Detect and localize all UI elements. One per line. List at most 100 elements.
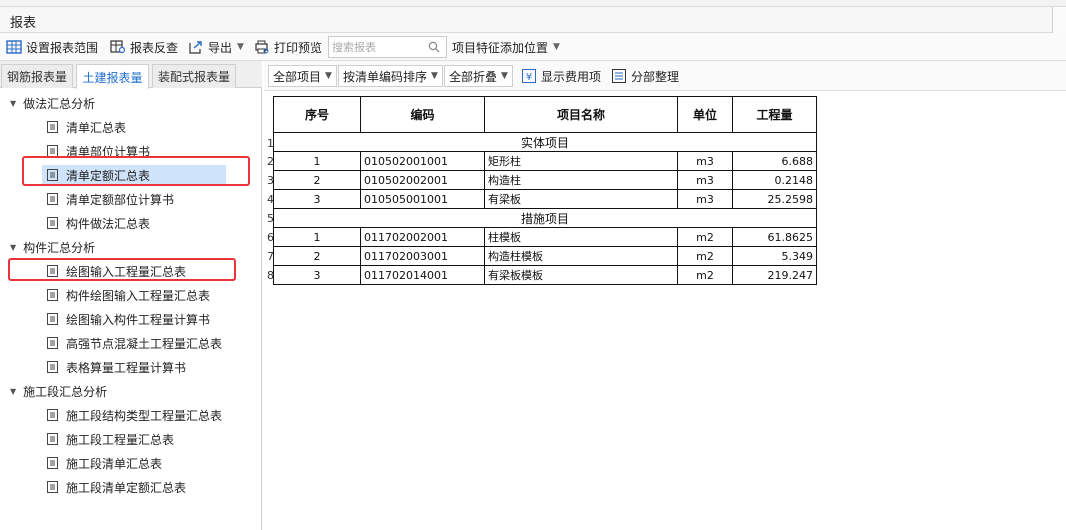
cell-quantity: 5.349	[732, 246, 817, 266]
arrange-parts-button[interactable]: 分部整理	[612, 65, 679, 87]
tree-item-drawing-component-calc[interactable]: 绘图输入构件工程量计算书	[47, 309, 210, 329]
tree-item-label: 绘图输入构件工程量计算书	[66, 312, 211, 327]
cell-quantity: 219.247	[732, 265, 817, 285]
collapse-triangle-icon[interactable]: ▼	[10, 99, 16, 108]
chevron-down-icon: ▼	[501, 71, 508, 81]
tree-item-component-method-summary[interactable]: 构件做法汇总表	[47, 213, 150, 233]
cell-item-name: 有梁板模板	[484, 265, 678, 285]
cell-seq: 1	[273, 227, 361, 247]
fold-label: 全部折叠	[449, 69, 498, 84]
search-icon[interactable]	[428, 41, 440, 53]
tree-group-label: 做法汇总分析	[23, 96, 96, 111]
tree-item-section-quantity-summary[interactable]: 施工段工程量汇总表	[47, 429, 174, 449]
cell-code: 010502002001	[360, 170, 485, 190]
document-icon	[47, 337, 58, 349]
export-dropdown-icon[interactable]: ▼	[237, 42, 244, 52]
set-range-button[interactable]: 设置报表范围	[6, 36, 98, 58]
tree-item-label: 施工段工程量汇总表	[66, 432, 175, 447]
tree-item-label: 施工段清单定额汇总表	[66, 480, 187, 495]
cell-item-name: 构造柱	[484, 170, 678, 190]
tree-group-component-summary[interactable]: ▼ 构件汇总分析	[10, 237, 95, 257]
document-icon	[47, 433, 58, 445]
section-row: 措施项目	[273, 208, 817, 228]
fold-dropdown[interactable]: 全部折叠 ▼	[444, 65, 513, 87]
sort-order-dropdown[interactable]: 按清单编码排序 ▼	[338, 65, 443, 87]
table-row[interactable]: 3 010505001001 有梁板 m3 25.2598	[273, 189, 817, 209]
document-icon	[47, 481, 58, 493]
header-item-name: 项目名称	[484, 96, 678, 133]
cell-seq: 3	[273, 265, 361, 285]
print-preview-label: 打印预览	[274, 40, 323, 55]
print-preview-button[interactable]: 打印预览	[254, 36, 322, 58]
print-preview-icon	[255, 40, 269, 54]
cell-code: 011702003001	[360, 246, 485, 266]
cell-unit: m2	[677, 265, 733, 285]
top-strip	[0, 0, 1066, 7]
table-row[interactable]: 2 010502002001 构造柱 m3 0.2148	[273, 170, 817, 190]
yuan-icon: ¥	[522, 69, 536, 83]
table-header-row: 序号 编码 项目名称 单位 工程量	[273, 96, 817, 133]
tree-item-section-list-summary[interactable]: 施工段清单汇总表	[47, 453, 162, 473]
cell-unit: m3	[677, 170, 733, 190]
cell-seq: 1	[273, 151, 361, 171]
set-range-label: 设置报表范围	[26, 40, 99, 55]
filter-items-label: 全部项目	[273, 69, 322, 84]
cell-seq: 2	[273, 246, 361, 266]
tree-group-label: 构件汇总分析	[23, 240, 96, 255]
document-icon	[47, 361, 58, 373]
document-icon	[47, 409, 58, 421]
tab-prefab-report[interactable]: 装配式报表量	[152, 64, 236, 88]
tree-item-section-list-quota-summary[interactable]: 施工段清单定额汇总表	[47, 477, 186, 497]
tree-item-label: 表格算量工程量计算书	[66, 360, 187, 375]
table-row[interactable]: 2 011702003001 构造柱模板 m2 5.349	[273, 246, 817, 266]
sort-order-label: 按清单编码排序	[343, 69, 428, 84]
chevron-down-icon: ▼	[553, 42, 560, 52]
report-search-box[interactable]	[328, 36, 447, 58]
cell-unit: m3	[677, 189, 733, 209]
cell-item-name: 有梁板	[484, 189, 678, 209]
cell-item-name: 构造柱模板	[484, 246, 678, 266]
header-unit: 单位	[677, 96, 733, 133]
tree-item-list-quota-location-calc[interactable]: 清单定额部位计算书	[47, 189, 174, 209]
cell-code: 010502001001	[360, 151, 485, 171]
filter-items-dropdown[interactable]: 全部项目 ▼	[268, 65, 337, 87]
tree-group-method-summary[interactable]: ▼ 做法汇总分析	[10, 93, 95, 113]
table-row[interactable]: 1 011702002001 柱模板 m2 61.8625	[273, 227, 817, 247]
tree-item-list-summary[interactable]: 清单汇总表	[47, 117, 126, 137]
collapse-triangle-icon[interactable]: ▼	[10, 387, 16, 396]
cell-unit: m2	[677, 246, 733, 266]
table-row[interactable]: 3 011702014001 有梁板模板 m2 219.247	[273, 265, 817, 285]
highlight-box-drawing-summary	[8, 258, 236, 281]
feature-position-dropdown[interactable]: 项目特征添加位置 ▼	[452, 36, 560, 58]
tab-rebar-report[interactable]: 钢筋报表量	[1, 64, 73, 88]
report-search-input[interactable]	[329, 37, 423, 57]
grid-settings-icon	[6, 40, 22, 54]
show-fee-items-label: 显示费用项	[541, 69, 602, 84]
show-fee-items-button[interactable]: ¥ 显示费用项	[522, 65, 601, 87]
report-type-tabs: 钢筋报表量 土建报表量 装配式报表量	[0, 61, 262, 89]
table-row[interactable]: 1 010502001001 矩形柱 m3 6.688	[273, 151, 817, 171]
cell-code: 011702014001	[360, 265, 485, 285]
document-icon	[47, 193, 58, 205]
table-search-icon	[110, 40, 126, 54]
cell-seq: 3	[273, 189, 361, 209]
tree-item-table-calc[interactable]: 表格算量工程量计算书	[47, 357, 186, 377]
section-row: 实体项目	[273, 132, 817, 152]
list-arrange-icon	[612, 69, 626, 83]
tree-item-section-structure-summary[interactable]: 施工段结构类型工程量汇总表	[47, 405, 222, 425]
collapse-triangle-icon[interactable]: ▼	[10, 243, 16, 252]
header-code: 编码	[360, 96, 485, 133]
tree-group-construction-section-summary[interactable]: ▼ 施工段汇总分析	[10, 381, 107, 401]
cell-seq: 2	[273, 170, 361, 190]
tree-item-label: 清单定额部位计算书	[66, 192, 175, 207]
tree-item-component-drawing-summary[interactable]: 构件绘图输入工程量汇总表	[47, 285, 210, 305]
tree-group-label: 施工段汇总分析	[23, 384, 108, 399]
report-toolbar: 全部项目 ▼ 按清单编码排序 ▼ 全部折叠 ▼ ¥ 显示费用项 分部整理	[264, 61, 1066, 91]
tab-civil-report[interactable]: 土建报表量	[76, 64, 149, 89]
export-icon	[189, 41, 202, 54]
main-toolbar: 设置报表范围 报表反查 导出 ▼ 打印预览 项目特征添加位置 ▼	[0, 33, 1066, 61]
tree-item-high-strength-node-summary[interactable]: 高强节点混凝土工程量汇总表	[47, 333, 222, 353]
document-icon	[47, 289, 58, 301]
reverse-check-button[interactable]: 报表反查	[110, 36, 178, 58]
export-button[interactable]: 导出 ▼	[188, 36, 244, 58]
